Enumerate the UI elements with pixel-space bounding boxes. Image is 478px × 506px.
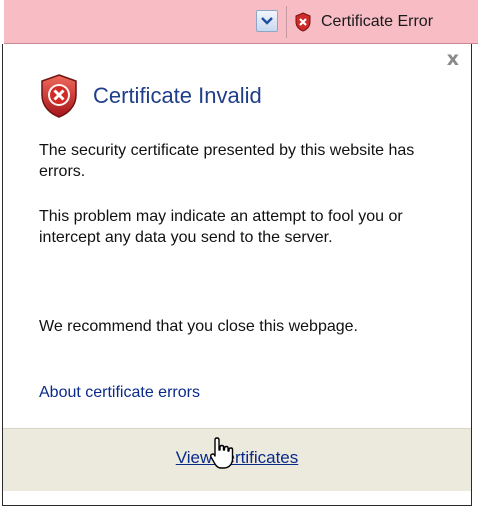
certificate-error-label: Certificate Error xyxy=(321,13,434,30)
address-bar-edge xyxy=(0,0,4,44)
certificate-error-button[interactable]: Certificate Error xyxy=(294,7,443,37)
about-certificate-errors-link[interactable]: About certificate errors xyxy=(39,384,200,402)
popup-title-row: Certificate Invalid xyxy=(39,72,262,120)
close-icon[interactable]: x xyxy=(447,50,459,69)
paragraph-problem-warning: This problem may indicate an attempt to … xyxy=(39,208,403,246)
popup-title: Certificate Invalid xyxy=(93,83,262,108)
paragraph-recommendation: We recommend that you close this webpage… xyxy=(39,318,358,335)
address-bar: Certificate Error xyxy=(0,0,478,44)
shield-error-icon xyxy=(41,74,77,118)
address-dropdown-button[interactable] xyxy=(256,10,278,32)
hand-pointer-icon xyxy=(209,437,234,469)
popup-body: x Certificate Invalid The security certi… xyxy=(3,44,471,458)
shield-x-icon xyxy=(295,12,311,32)
paragraph-certificate-errors: The security certificate presented by th… xyxy=(39,142,415,180)
chevron-down-icon xyxy=(261,17,273,25)
address-divider xyxy=(286,6,287,38)
